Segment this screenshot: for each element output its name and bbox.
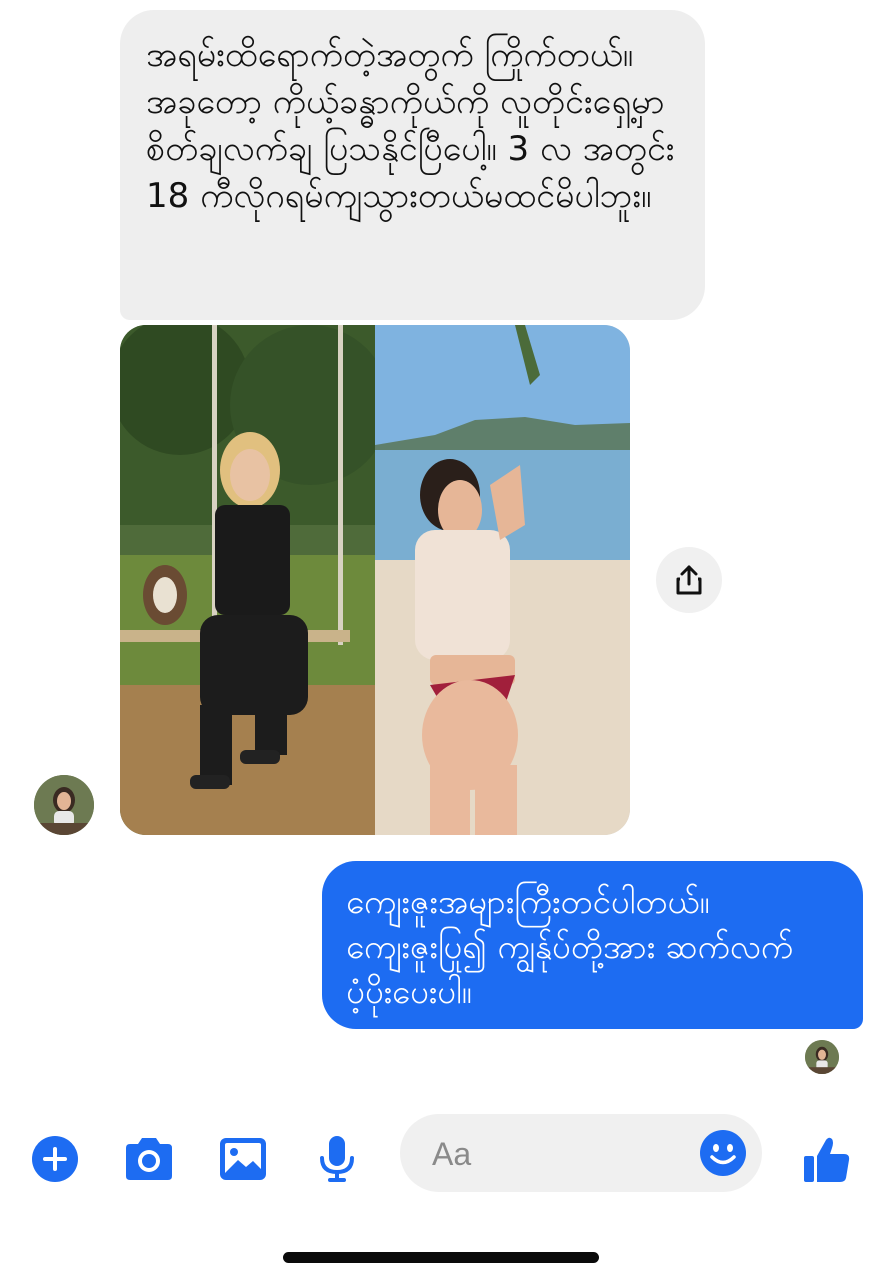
emoji-icon	[700, 1130, 746, 1176]
outgoing-message-text: ကျေးဇူးအများကြီးတင်ပါတယ်။ ကျေးဇူးပြု၍ ကျ…	[346, 882, 794, 1011]
voice-button[interactable]	[310, 1132, 364, 1186]
message-input-pill	[400, 1114, 762, 1192]
camera-icon	[126, 1138, 172, 1180]
gallery-button[interactable]	[216, 1132, 270, 1186]
message-composer	[0, 1110, 881, 1200]
like-button[interactable]	[800, 1132, 854, 1186]
image-icon	[220, 1138, 266, 1180]
avatar-image	[34, 775, 94, 835]
thumbs-up-icon	[804, 1137, 850, 1182]
incoming-message-bubble[interactable]: အရမ်းထိရောက်တဲ့အတွက် ကြိုက်တယ်။ အခုတော့ …	[120, 10, 705, 320]
plus-icon	[32, 1136, 78, 1182]
camera-button[interactable]	[122, 1132, 176, 1186]
share-icon	[676, 565, 702, 595]
microphone-icon	[320, 1136, 354, 1182]
incoming-message-text: အရမ်းထိရောက်တဲ့အတွက် ကြိုက်တယ်။ အခုတော့ …	[146, 35, 675, 216]
shared-photo[interactable]	[120, 325, 630, 835]
photo-after-panel	[375, 325, 630, 835]
add-button[interactable]	[28, 1132, 82, 1186]
read-receipt-image	[805, 1040, 839, 1074]
read-receipt-avatar	[805, 1040, 839, 1074]
outgoing-message-bubble[interactable]: ကျေးဇူးအများကြီးတင်ပါတယ်။ ကျေးဇူးပြု၍ ကျ…	[322, 861, 863, 1029]
share-button[interactable]	[656, 547, 722, 613]
sender-avatar[interactable]	[34, 775, 94, 835]
home-indicator[interactable]	[283, 1252, 599, 1263]
photo-before-panel	[120, 325, 375, 835]
message-input[interactable]	[430, 1128, 684, 1180]
emoji-button[interactable]	[698, 1128, 748, 1178]
